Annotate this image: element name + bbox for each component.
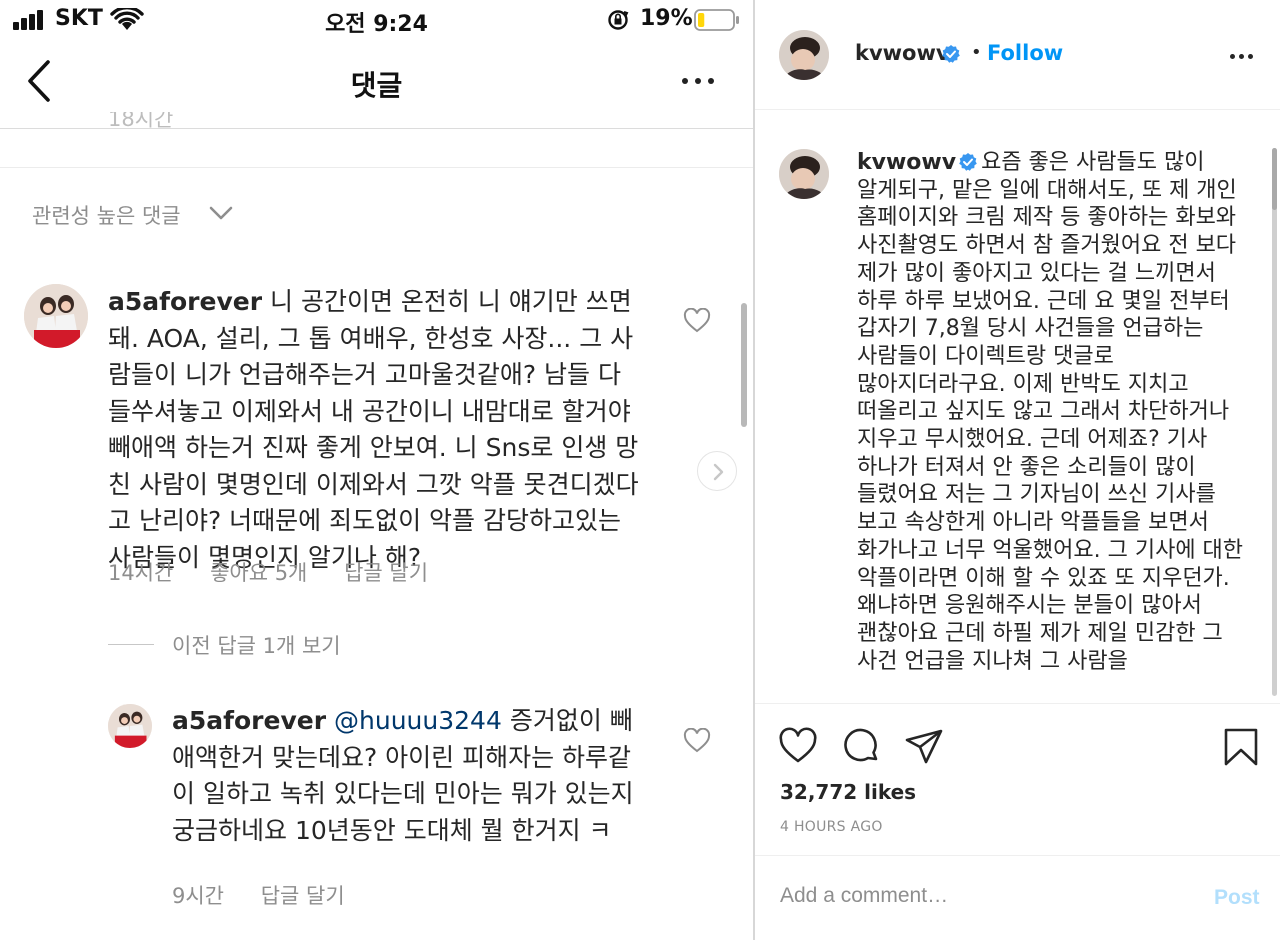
battery-icon [694, 9, 739, 31]
page-title: 댓글 [350, 69, 403, 102]
previous-comment-timestamp: 18시간 [108, 112, 174, 130]
view-replies-label[interactable]: 이전 답글 1개 보기 [172, 630, 341, 660]
caption-avatar[interactable] [779, 149, 829, 199]
caption-text: 요즘 좋은 사람들도 많이 알게되구, 맡은 일에 대해서도, 또 제 개인 홈… [857, 150, 1244, 674]
post-actions: 32,772 likes 4 HOURS AGO [755, 703, 1280, 855]
reply-username[interactable]: a5aforever [172, 706, 326, 735]
caption-scrollbar-track[interactable] [1272, 148, 1277, 696]
battery-percent: 19% [640, 6, 693, 31]
caption-area: kvwowv 요즘 좋은 사람들도 많이 알게되구, 맡은 일에 대해서도, 또… [755, 111, 1280, 703]
bookmark-icon[interactable] [1221, 727, 1261, 767]
mobile-comments-screen: SKT 오전 9:24 19% 댓글 18시간 관련성 높은 댓글 a5afor… [0, 0, 753, 940]
comment-input[interactable] [780, 884, 1180, 908]
like-count[interactable]: 32,772 likes [780, 780, 916, 804]
author-username[interactable]: kvwowv [855, 41, 950, 65]
more-options-icon[interactable] [1230, 54, 1256, 60]
verified-badge-icon [959, 153, 977, 171]
caption-scrollbar-thumb[interactable] [1272, 148, 1277, 210]
post-comment-button[interactable]: Post [1214, 886, 1260, 910]
reply-meta: 9시간 답글 달기 [172, 880, 375, 910]
heart-icon[interactable] [778, 727, 818, 767]
follow-button[interactable]: Follow [987, 41, 1063, 65]
comment-like-count[interactable]: 좋아요 5개 [210, 561, 307, 585]
rotation-lock-icon [608, 10, 629, 30]
comment-text: 니 공간이면 온전히 니 얘기만 쓰면 돼. AOA, 설리, 그 톱 여배우,… [108, 287, 639, 572]
scrollbar[interactable] [741, 303, 747, 427]
verified-badge-icon [942, 45, 960, 63]
comment-meta: 14시간 좋아요 5개 답글 달기 [108, 557, 458, 587]
comment-username[interactable]: a5aforever [108, 287, 262, 316]
comment-time: 14시간 [108, 561, 174, 585]
post-header: kvwowv • Follow [755, 0, 1280, 110]
caption-username[interactable]: kvwowv [857, 150, 956, 175]
comment-icon[interactable] [842, 727, 882, 767]
post-timestamp[interactable]: 4 HOURS AGO [780, 819, 883, 835]
author-avatar[interactable] [779, 30, 829, 80]
comment-body: a5aforever 니 공간이면 온전히 니 얘기만 쓰면 돼. AOA, 설… [108, 284, 648, 576]
like-heart-icon[interactable] [683, 308, 711, 334]
separator-dot: • [971, 42, 982, 63]
status-bar: SKT 오전 9:24 19% [0, 0, 753, 42]
like-heart-icon[interactable] [683, 728, 711, 754]
chevron-down-icon[interactable] [208, 205, 234, 221]
next-arrow-button[interactable] [697, 451, 737, 491]
post-caption: kvwowv 요즘 좋은 사람들도 많이 알게되구, 맡은 일에 대해서도, 또… [857, 149, 1257, 675]
chevron-right-icon [713, 463, 724, 481]
commenter-avatar[interactable] [24, 284, 88, 348]
section-divider [0, 167, 753, 168]
reply-button[interactable]: 답글 달기 [261, 884, 345, 908]
reply-time: 9시간 [172, 884, 225, 908]
reply-body: a5aforever @huuuu3244 증거없이 빼애액한거 맞는데요? 아… [172, 703, 642, 849]
share-icon[interactable] [904, 727, 944, 767]
comment-filter-label[interactable]: 관련성 높은 댓글 [32, 200, 181, 230]
reply-mention[interactable]: @huuuu3244 [334, 706, 502, 735]
add-comment-bar: Post [755, 855, 1280, 940]
instagram-post-panel: kvwowv • Follow kvwowv 요즘 좋은 사람들도 많이 알게되… [755, 0, 1280, 940]
reply-button[interactable]: 답글 달기 [344, 561, 428, 585]
more-horizontal-icon[interactable] [680, 70, 716, 90]
reply-avatar[interactable] [108, 704, 152, 748]
replies-line [108, 644, 154, 645]
